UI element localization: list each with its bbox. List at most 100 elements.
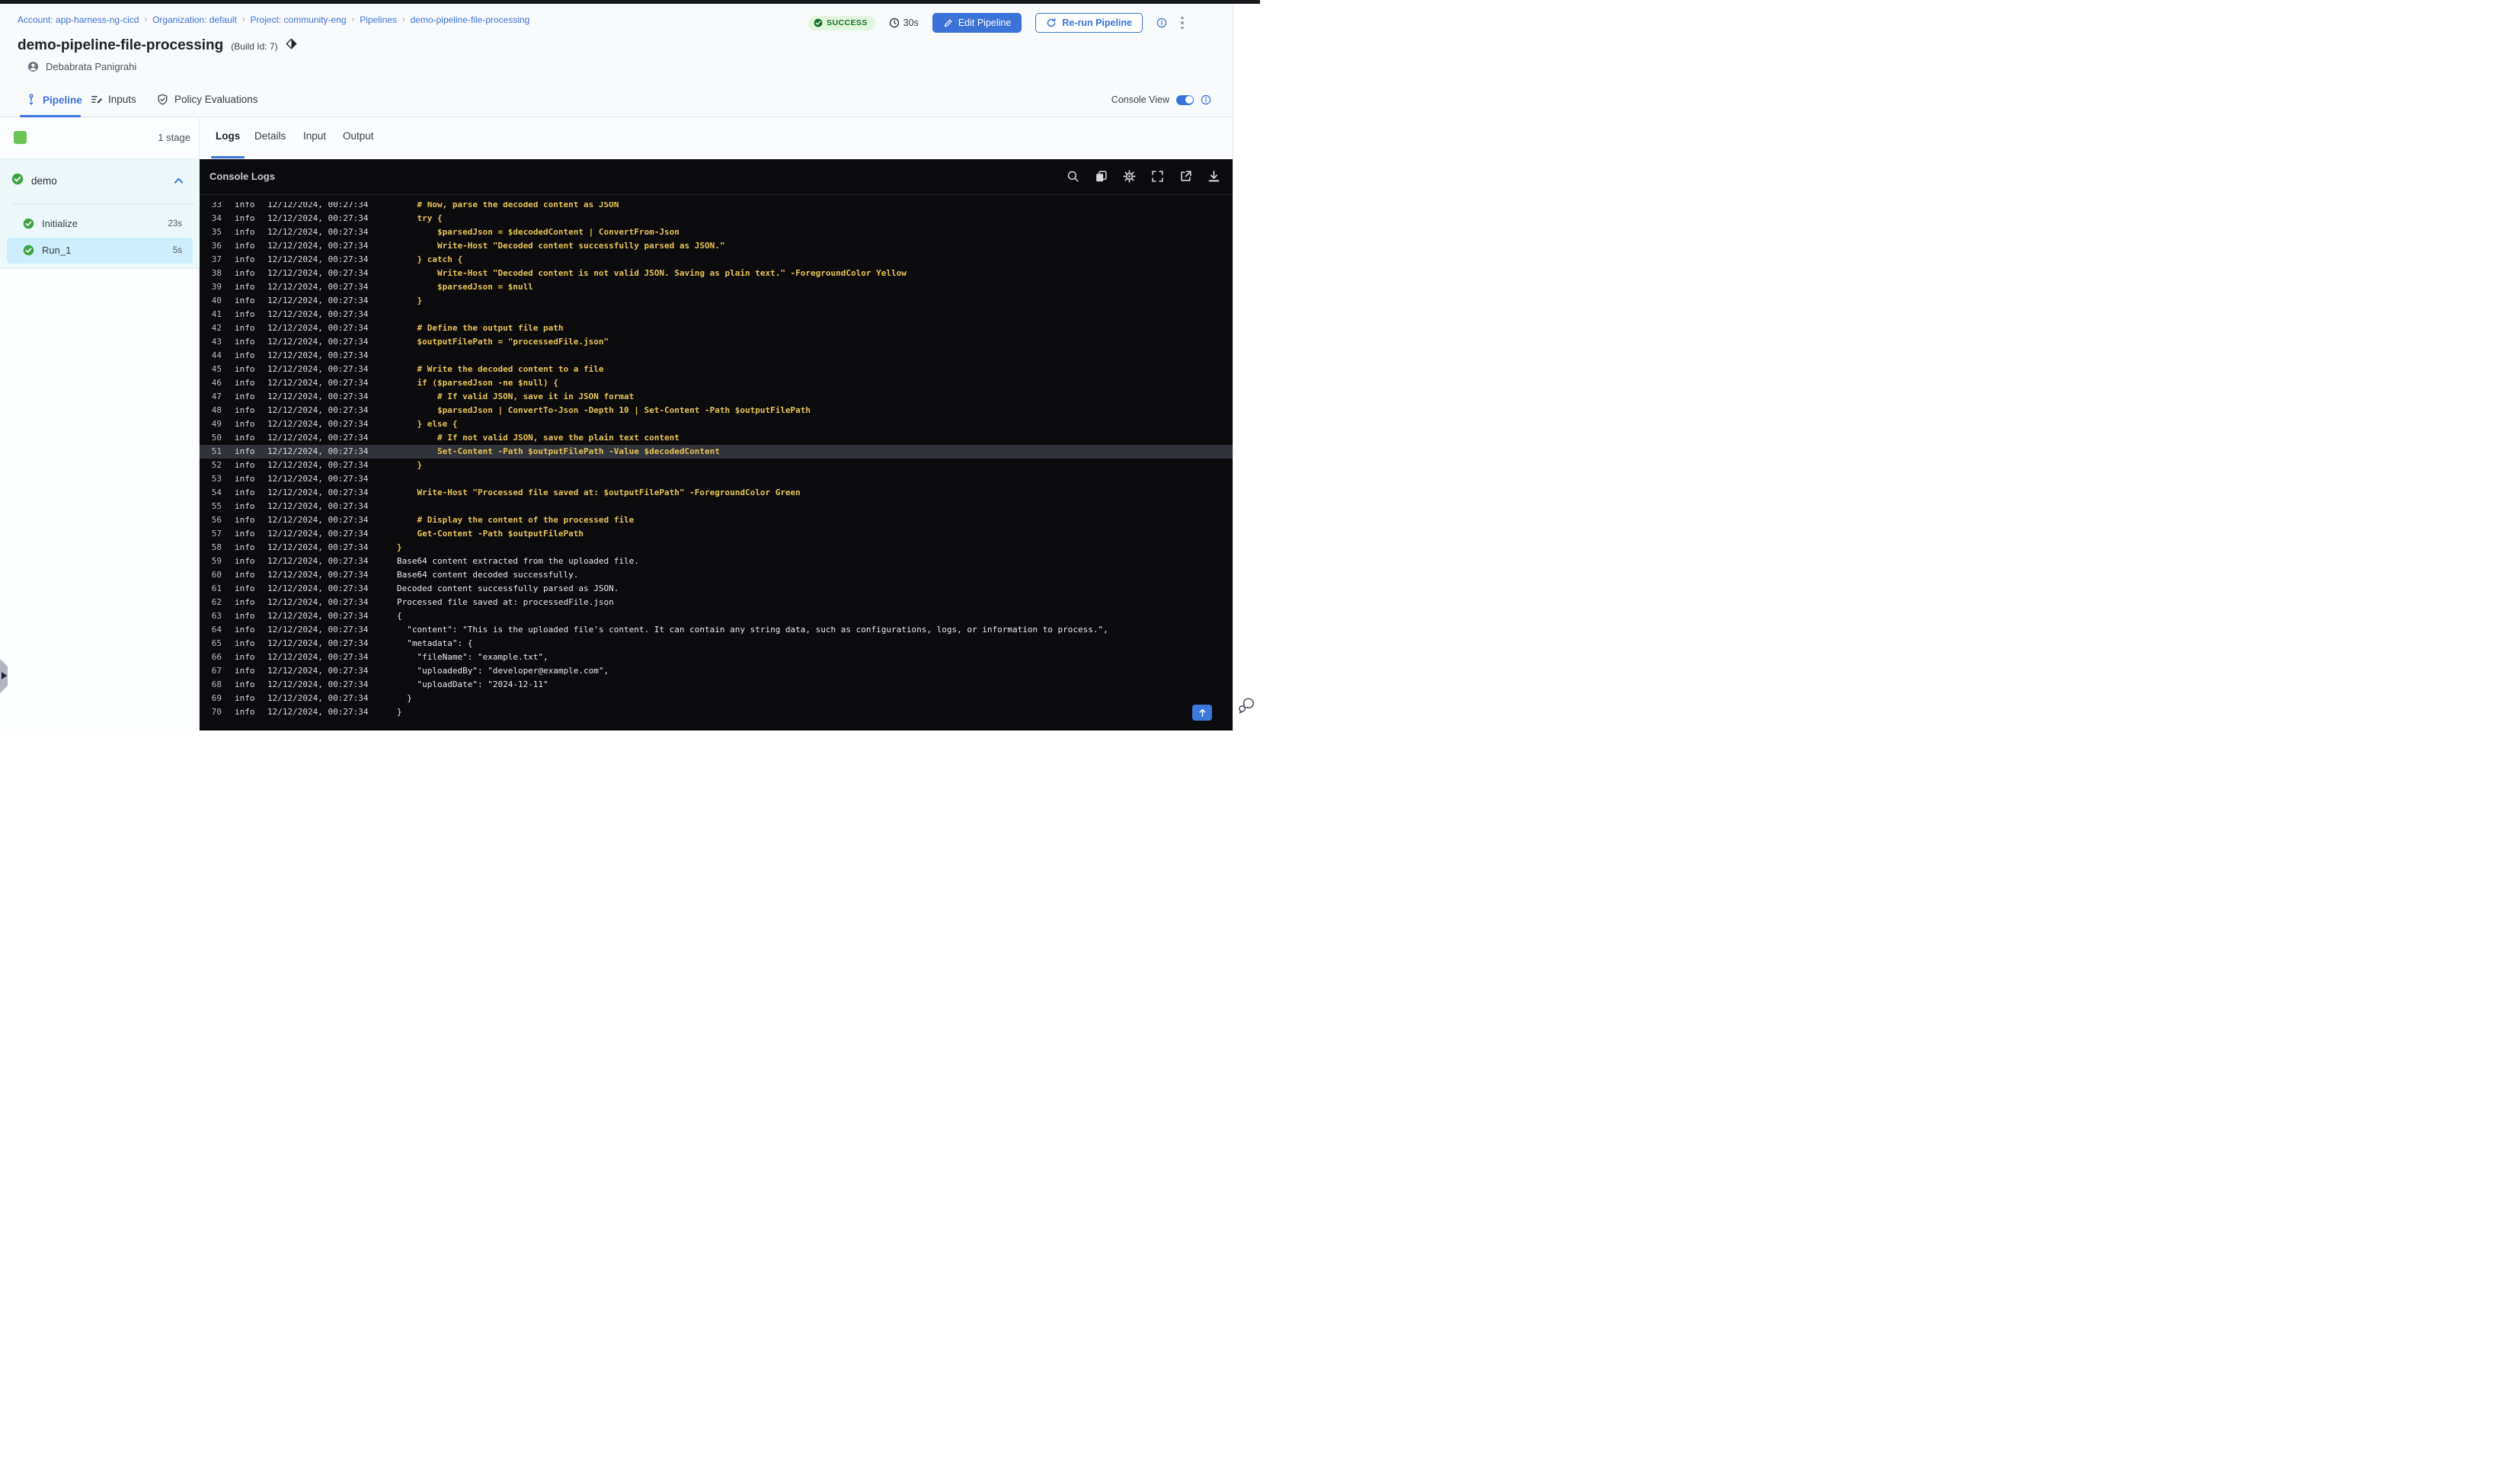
log-timestamp: 12/12/2024, 00:27:34 [267,666,369,676]
log-line-56: 56 info 12/12/2024, 00:27:34 # Display the… [200,513,1233,527]
status-badge: SUCCESS [808,15,875,30]
log-level: info [235,378,255,388]
log-level: info [235,625,255,635]
tab-pipeline[interactable]: Pipeline [26,94,82,106]
log-message: # If not valid JSON, save the plain text… [397,433,680,443]
log-line-number: 45 [211,364,222,374]
execution-sidebar: 1 stage demo Initialize 23s Run_1 5s [0,118,200,730]
log-level: info [235,570,255,580]
log-line-35: 35 info 12/12/2024, 00:27:34 $parsedJson =… [200,225,1233,239]
info-icon[interactable] [1156,18,1167,28]
edit-pipeline-button[interactable]: Edit Pipeline [932,13,1022,33]
log-message: Set-Content -Path $outputFilePath -Value… [397,446,720,456]
log-message: $parsedJson = $decodedContent | ConvertF… [397,227,680,237]
log-message: } [397,707,402,717]
log-line-60: 60 info 12/12/2024, 00:27:34 Base64 content… [200,568,1233,582]
breadcrumb-separator: › [241,15,245,24]
success-check-icon [814,18,823,27]
console-tab-logs[interactable]: Logs [216,130,240,142]
log-level: info [235,638,255,648]
log-line-number: 56 [211,515,222,525]
console-tab-details[interactable]: Details [254,130,286,142]
log-message: Write-Host "Decoded content is not valid… [397,268,907,278]
log-message: } [397,542,402,552]
breadcrumb-item[interactable]: Account: app-harness-ng-cicd [18,14,139,25]
author-row: Debabrata Panigrahi [27,61,136,72]
info-icon[interactable] [1201,94,1211,105]
console-view-toggle[interactable] [1176,94,1194,105]
log-line-number: 68 [211,679,222,689]
chat-bubbles-icon[interactable] [1236,695,1256,715]
fullscreen-icon[interactable] [1151,170,1164,183]
tab-pipeline-label: Pipeline [43,94,82,106]
log-line-number: 67 [211,666,222,676]
success-check-icon [11,173,24,185]
log-line-number: 63 [211,611,222,621]
log-line-number: 51 [211,446,222,456]
log-message: } catch { [397,254,463,264]
tab-policy-evaluations[interactable]: Policy Evaluations [157,94,258,105]
log-line-53: 53 info 12/12/2024, 00:27:34 [200,472,1233,486]
kebab-menu-icon[interactable] [1181,16,1184,30]
console-tab-input[interactable]: Input [303,130,326,142]
tab-inputs[interactable]: Inputs [91,94,136,105]
pencil-icon [943,18,953,28]
log-level: info [235,679,255,689]
log-message: "uploadedBy": "developer@example.com", [397,666,609,676]
log-timestamp: 12/12/2024, 00:27:34 [267,542,369,552]
log-line-61: 61 info 12/12/2024, 00:27:34 Decoded conten… [200,582,1233,596]
log-timestamp: 12/12/2024, 00:27:34 [267,597,369,607]
shield-check-icon [157,94,168,105]
log-message: # Display the content of the processed f… [397,515,635,525]
console-tab-output[interactable]: Output [343,130,374,142]
settings-icon[interactable] [1123,170,1136,183]
log-timestamp: 12/12/2024, 00:27:34 [267,474,369,484]
duration: 30s [889,18,919,28]
log-line-64: 64 info 12/12/2024, 00:27:34 "content": "T… [200,623,1233,637]
log-level: info [235,419,255,429]
log-timestamp: 12/12/2024, 00:27:34 [267,460,369,470]
log-line-39: 39 info 12/12/2024, 00:27:34 $parsedJson =… [200,280,1233,294]
log-level: info [235,309,255,319]
breadcrumb-separator: › [144,15,148,24]
console-toolbar [1067,170,1220,183]
step-name: Run_1 [42,245,72,256]
search-icon[interactable] [1067,170,1079,183]
log-timestamp: 12/12/2024, 00:27:34 [267,378,369,388]
log-level: info [235,474,255,484]
app-window: Account: app-harness-ng-cicd › Organizatio… [0,0,1260,730]
log-timestamp: 12/12/2024, 00:27:34 [267,202,369,209]
log-level: info [235,666,255,676]
step-duration: 23s [168,219,182,229]
log-line-number: 47 [211,392,222,401]
open-in-new-icon[interactable] [1179,170,1192,183]
log-message: Write-Host "Processed file saved at: $ou… [397,488,801,497]
log-level: info [235,707,255,717]
log-level: info [235,501,255,511]
log-line-34: 34 info 12/12/2024, 00:27:34 try { [200,212,1233,225]
status-label: SUCCESS [827,18,868,27]
copy-icon[interactable] [1095,170,1108,183]
step-duration: 5s [172,246,182,255]
log-scroller[interactable]: 33 info 12/12/2024, 00:27:34 # Now, parse … [200,202,1233,730]
log-timestamp: 12/12/2024, 00:27:34 [267,625,369,635]
breadcrumb-item[interactable]: Pipelines [360,14,397,25]
log-message: # Write the decoded content to a file [397,364,604,374]
download-icon[interactable] [1207,170,1220,183]
breadcrumb-item[interactable]: Project: community-eng [251,14,347,25]
scroll-to-top-button[interactable] [1192,705,1212,721]
log-line-63: 63 info 12/12/2024, 00:27:34 { [200,609,1233,623]
step-row-initialize[interactable]: Initialize 23s [7,211,193,237]
stage-group-header[interactable]: demo [0,168,200,196]
log-line-number: 49 [211,419,222,429]
step-row-run_1[interactable]: Run_1 5s [7,238,193,264]
log-list: 33 info 12/12/2024, 00:27:34 # Now, parse … [200,202,1233,719]
log-timestamp: 12/12/2024, 00:27:34 [267,693,369,703]
log-level: info [235,282,255,292]
rerun-pipeline-button[interactable]: Re-run Pipeline [1035,13,1143,33]
build-id: (Build Id: 7) [231,41,278,52]
log-line-41: 41 info 12/12/2024, 00:27:34 [200,308,1233,321]
log-level: info [235,433,255,443]
breadcrumb-item[interactable]: Organization: default [152,14,237,25]
log-level: info [235,405,255,415]
